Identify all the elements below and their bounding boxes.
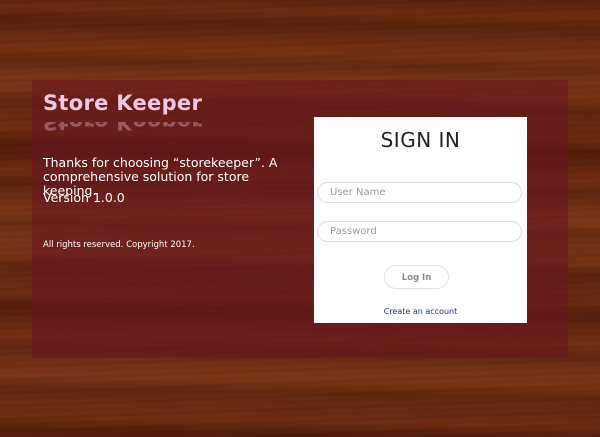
app-title: Store Keeper <box>43 91 203 115</box>
copyright-notice: All rights reserved. Copyright 2017. <box>43 240 195 250</box>
log-in-button[interactable]: Log In <box>384 265 449 289</box>
create-account-link[interactable]: Create an account <box>314 307 527 316</box>
sign-in-heading: SIGN IN <box>380 128 461 152</box>
username-input[interactable] <box>317 182 522 203</box>
sign-in-card: SIGN IN Log In Create an account <box>314 117 527 323</box>
password-input[interactable] <box>317 221 522 242</box>
app-version: Version 1.0.0 <box>43 190 125 205</box>
app-title-reflection: Store Keeper <box>43 122 203 134</box>
